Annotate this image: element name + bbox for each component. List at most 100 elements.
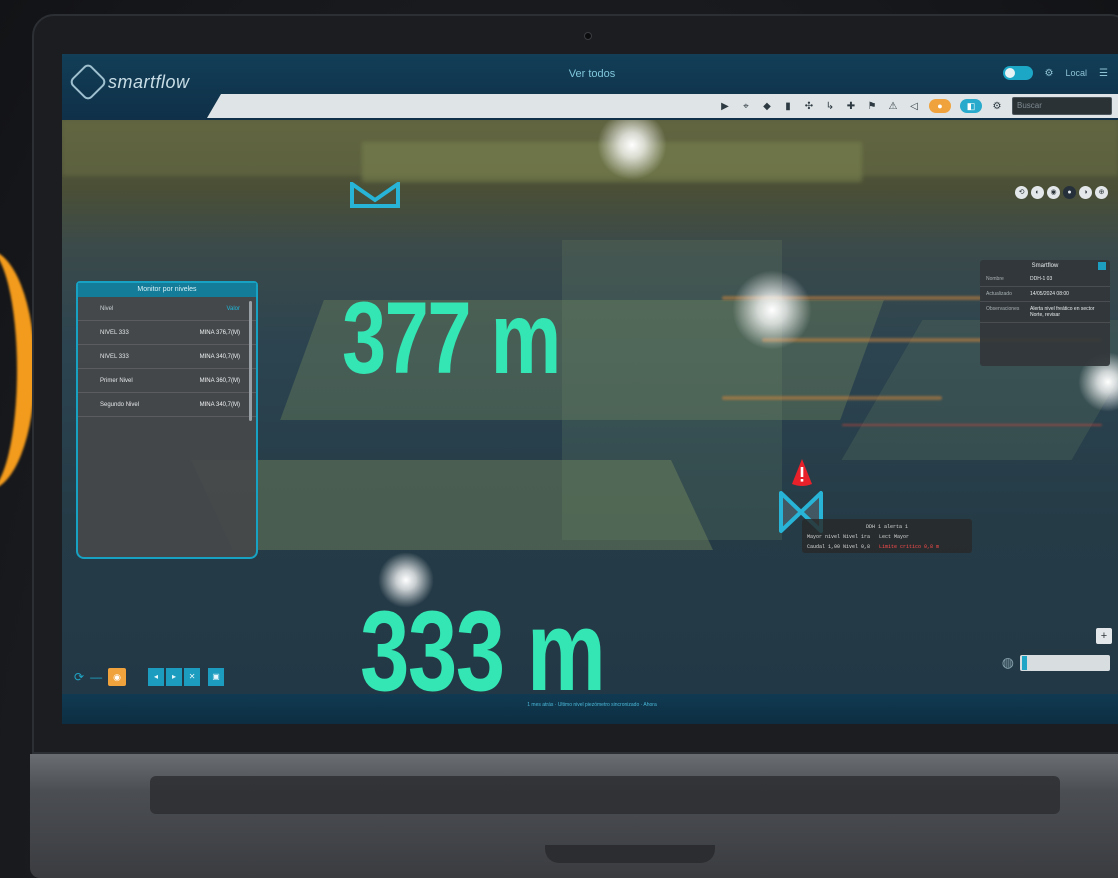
photo-background: smartflow Ver todos ⚙ Local ☰ ▶ ⌖ ◆ ▮ ✣ … <box>0 0 1118 878</box>
divider-icon: — <box>90 670 103 684</box>
panel-title: Monitor por niveles <box>78 283 256 297</box>
time-slider[interactable] <box>1020 654 1110 671</box>
panel-row[interactable]: Segundo Nivel MINA 340,7(M) <box>78 393 256 417</box>
shade-icon[interactable]: ◐ <box>1031 186 1044 199</box>
row-value: MINA 340,7(M) <box>199 402 240 408</box>
lower-distance-label: 333 m <box>360 588 606 694</box>
header-label: Nivel <box>100 306 114 312</box>
light-point <box>732 270 812 350</box>
back-tool-icon[interactable]: ◁ <box>908 101 920 112</box>
tool-bar: ▶ ⌖ ◆ ▮ ✣ ↳ ✚ ⚑ ⚠ ◁ ● ◧ ⚙ Buscar <box>207 94 1118 118</box>
sensor-tooltip: DDH 1 alerta 1 Mayor nivel Nivel 1ra Lec… <box>802 519 972 553</box>
panel-row[interactable]: NIVEL 333 MINA 340,7(M) <box>78 345 256 369</box>
tunnel-line <box>722 396 942 400</box>
status-timeline-bar: 1 mes atrás · Ultimo nivel piezómetro si… <box>62 694 1118 724</box>
time-slider-group: ◍ <box>1002 654 1110 671</box>
info-value: Alerta nivel freático en sector Norte, r… <box>1030 306 1095 318</box>
play-tool-icon[interactable]: ▶ <box>719 101 731 112</box>
row-value: MINA 340,7(M) <box>199 354 240 360</box>
row-value: MINA 376,7(M) <box>199 330 240 336</box>
zoom-in-button[interactable]: + <box>1096 628 1112 644</box>
focus-icon[interactable]: ◉ <box>1047 186 1060 199</box>
info-key: Observaciones <box>986 306 1020 312</box>
info-panel-title: Smartflow <box>980 260 1110 272</box>
panel-row[interactable]: NIVEL 333 MINA 376,7(M) <box>78 321 256 345</box>
step-forward-button[interactable]: ▸ <box>166 668 183 686</box>
app-logo[interactable]: smartflow <box>68 62 190 102</box>
tooltip-line: Caudal 1,00 Nivel 0,8 Limite critico 0,8… <box>807 542 967 552</box>
info-key: Nombre <box>986 276 1004 282</box>
info-value: DDH-1 03 <box>1030 276 1053 282</box>
diamond-tool-icon[interactable]: ◆ <box>761 101 773 112</box>
logo-icon <box>68 62 108 102</box>
point-icon[interactable]: ● <box>1063 186 1076 199</box>
gear-icon[interactable]: ⚙ <box>991 101 1003 112</box>
settings-icon[interactable]: ⚙ <box>1045 68 1054 79</box>
target-tool-icon[interactable]: ⌖ <box>740 101 752 112</box>
webcam <box>584 32 592 40</box>
tooltip-label: Mayor nivel Nivel 1ra <box>807 534 871 540</box>
top-right-controls: ⚙ Local ☰ <box>1002 66 1108 80</box>
panel-scrollbar[interactable] <box>249 301 252 421</box>
camera-nav-controls: ⟲ ◐ ◉ ● ◑ ⊕ <box>1015 186 1108 199</box>
level-monitor-panel: Monitor por niveles Nivel Valor NIVEL 33… <box>76 281 258 559</box>
stop-button[interactable]: ▣ <box>208 668 225 686</box>
rotate-icon[interactable]: ⟲ <box>1015 186 1028 199</box>
app-screen: smartflow Ver todos ⚙ Local ☰ ▶ ⌖ ◆ ▮ ✣ … <box>62 54 1118 724</box>
tunnel-line <box>842 424 1102 426</box>
step-button-group: ◂ ▸ ✕ ▣ <box>148 668 225 686</box>
alert-icon[interactable] <box>790 458 814 488</box>
timeline-text: 1 mes atrás · Ultimo nivel piezómetro si… <box>527 702 657 708</box>
tooltip-title: DDH 1 alerta 1 <box>865 524 908 530</box>
step-back-button[interactable]: ◂ <box>148 668 165 686</box>
panel-row[interactable]: Primer Nivel MINA 360,7(M) <box>78 369 256 393</box>
half-view-icon[interactable]: ◑ <box>1079 186 1092 199</box>
info-row: Observaciones Alerta nivel freático en s… <box>980 302 1110 323</box>
refresh-icon[interactable]: ⟳ <box>74 670 84 684</box>
flag-tool-icon[interactable]: ⚑ <box>866 101 878 112</box>
globe-icon[interactable]: ◍ <box>1002 654 1014 671</box>
search-input[interactable]: Buscar <box>1012 97 1112 115</box>
info-title-text: Smartflow <box>1031 263 1059 269</box>
piezometer-marker-icon[interactable] <box>348 182 402 208</box>
close-icon[interactable] <box>1098 262 1106 270</box>
orange-toggle-button[interactable]: ● <box>929 99 951 113</box>
row-value: MINA 360,7(M) <box>199 378 240 384</box>
bar-tool-icon[interactable]: ▮ <box>782 101 794 112</box>
panel-header-row: Nivel Valor <box>78 297 256 321</box>
upper-distance-label: 377 m <box>342 281 561 395</box>
tooltip-label: Caudal 1,00 Nivel 0,8 <box>807 544 871 550</box>
slider-thumb[interactable] <box>1022 655 1027 670</box>
info-row: Actualizado 14/05/2024 08:00 <box>980 287 1110 302</box>
row-label: Segundo Nivel <box>100 402 140 408</box>
menu-icon[interactable]: ☰ <box>1099 68 1108 79</box>
record-button[interactable]: ◉ <box>108 668 127 686</box>
playback-controls: ⟳ — ◉ ◂ ▸ ✕ ▣ <box>74 668 225 686</box>
info-key: Actualizado <box>986 291 1012 297</box>
orange-decoration <box>0 250 35 490</box>
sensor-info-panel: Smartflow Nombre DDH-1 03 Actualizado 14… <box>980 260 1110 366</box>
brand-name: smartflow <box>108 71 190 92</box>
teal-toggle-button[interactable]: ◧ <box>960 99 982 113</box>
info-value: 14/05/2024 08:00 <box>1030 291 1069 297</box>
move-tool-icon[interactable]: ✣ <box>803 101 815 112</box>
tooltip-critical-value: Limite critico 0,8 m <box>879 544 940 550</box>
route-tool-icon[interactable]: ↳ <box>824 101 836 112</box>
user-label[interactable]: Local <box>1066 68 1088 78</box>
zoom-icon[interactable]: ⊕ <box>1095 186 1108 199</box>
mode-toggle[interactable] <box>1002 66 1033 80</box>
3d-mine-view[interactable]: Monitor por niveles Nivel Valor NIVEL 33… <box>62 120 1118 694</box>
warning-tool-icon[interactable]: ⚠ <box>887 101 899 112</box>
laptop-hinge <box>545 845 715 863</box>
clear-button[interactable]: ✕ <box>184 668 201 686</box>
row-label: NIVEL 333 <box>100 330 129 336</box>
view-title[interactable]: Ver todos <box>522 68 662 80</box>
tooltip-line: Mayor nivel Nivel 1ra Lect Mayor <box>807 532 967 542</box>
keyboard <box>150 776 1060 814</box>
tooltip-value: Lect Mayor <box>879 534 910 540</box>
row-label: Primer Nivel <box>100 378 133 384</box>
row-label: NIVEL 333 <box>100 354 129 360</box>
header-value: Valor <box>226 306 240 312</box>
info-row: Nombre DDH-1 03 <box>980 272 1110 287</box>
add-tool-icon[interactable]: ✚ <box>845 101 857 112</box>
